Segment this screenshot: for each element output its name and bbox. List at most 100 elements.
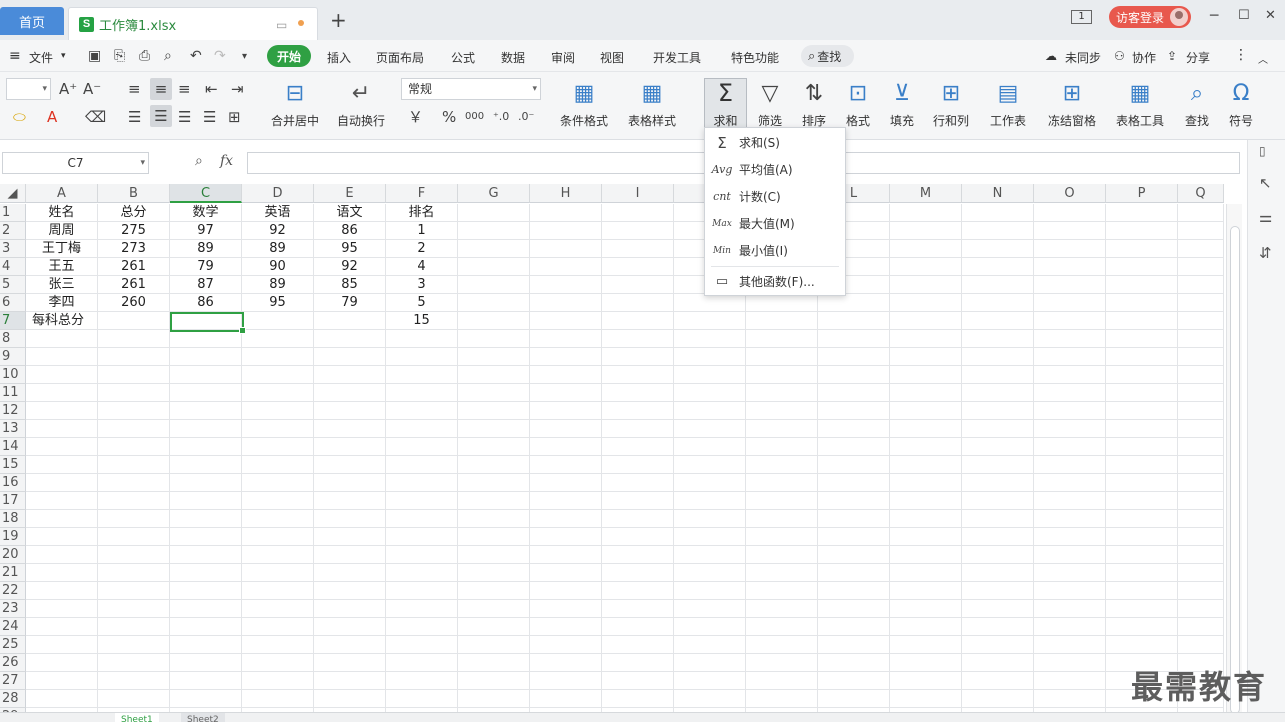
grid-cell[interactable] <box>890 384 962 402</box>
grid-cell[interactable] <box>26 384 98 402</box>
sheet-tab-1[interactable]: Sheet1 <box>115 713 159 722</box>
grid-cell[interactable] <box>242 546 314 564</box>
grid-cell[interactable] <box>170 474 242 492</box>
grid-cell[interactable] <box>170 654 242 672</box>
menu-item-sum[interactable]: Σ 求和(S) <box>705 129 845 156</box>
grid-cell[interactable] <box>170 492 242 510</box>
new-tab-button[interactable]: + <box>330 10 347 30</box>
grid-cell[interactable] <box>1034 672 1106 690</box>
column-header-q[interactable]: Q <box>1178 184 1224 203</box>
grid-cell[interactable] <box>1178 474 1224 492</box>
grid-cell[interactable] <box>458 600 530 618</box>
grid-cell[interactable] <box>746 366 818 384</box>
grid-cell[interactable] <box>674 510 746 528</box>
grid-cell[interactable] <box>26 330 98 348</box>
table-tools-button[interactable]: ▦ 表格工具 <box>1108 78 1172 129</box>
grid-cell[interactable] <box>170 456 242 474</box>
grid-cell[interactable] <box>98 546 170 564</box>
grid-cell[interactable] <box>1034 690 1106 708</box>
grid-cell[interactable] <box>746 654 818 672</box>
grid-cell[interactable] <box>26 654 98 672</box>
grid-cell[interactable] <box>242 600 314 618</box>
grid-cell[interactable] <box>674 528 746 546</box>
grid-cell[interactable] <box>602 402 674 420</box>
grid-cell[interactable] <box>242 366 314 384</box>
grid-cell[interactable]: 89 <box>242 276 314 294</box>
tab-insert[interactable]: 插入 <box>327 49 351 66</box>
grid-cell[interactable] <box>314 672 386 690</box>
table-style-button[interactable]: ▦ 表格样式 <box>621 78 683 129</box>
grid-cell[interactable] <box>602 366 674 384</box>
grid-cell[interactable] <box>242 582 314 600</box>
grid-cell[interactable] <box>962 564 1034 582</box>
grid-cell[interactable]: 5 <box>386 294 458 312</box>
grid-cell[interactable] <box>818 294 890 312</box>
grid-cell[interactable] <box>674 654 746 672</box>
grid-cell[interactable]: 张三 <box>26 276 98 294</box>
grid-cell[interactable] <box>602 294 674 312</box>
grid-cell[interactable] <box>962 294 1034 312</box>
menu-item-min[interactable]: Min 最小值(I) <box>705 237 845 264</box>
grid-cell[interactable] <box>1178 456 1224 474</box>
grid-cell[interactable] <box>98 474 170 492</box>
grid-cell[interactable] <box>746 546 818 564</box>
grid-cell[interactable] <box>890 348 962 366</box>
grid-cell[interactable] <box>170 690 242 708</box>
grid-cell[interactable] <box>602 672 674 690</box>
grid-cell[interactable]: 273 <box>98 240 170 258</box>
grid-cell[interactable] <box>890 402 962 420</box>
grid-cell[interactable] <box>1178 222 1224 240</box>
grid-cell[interactable] <box>458 258 530 276</box>
column-header-e[interactable]: E <box>314 184 386 203</box>
grid-cell[interactable] <box>458 690 530 708</box>
indent-decrease-icon[interactable]: ⇤ <box>205 80 218 98</box>
sort-panel-icon[interactable]: ⇵ <box>1259 244 1272 262</box>
grid-cell[interactable] <box>890 690 962 708</box>
currency-button[interactable]: ￥ <box>408 108 423 126</box>
column-header-f[interactable]: F <box>386 184 458 203</box>
grid-cell[interactable] <box>602 546 674 564</box>
row-header[interactable]: 10 <box>0 366 26 384</box>
grid-cell[interactable] <box>1178 420 1224 438</box>
grid-cell[interactable] <box>530 204 602 222</box>
grid-cell[interactable] <box>26 618 98 636</box>
grid-cell[interactable] <box>242 384 314 402</box>
grid-cell[interactable] <box>890 294 962 312</box>
grid-cell[interactable] <box>746 636 818 654</box>
grid-cell[interactable] <box>314 312 386 330</box>
grid-cell[interactable] <box>1106 492 1178 510</box>
grid-cell[interactable]: 92 <box>242 222 314 240</box>
grid-cell[interactable]: 总分 <box>98 204 170 222</box>
grid-cell[interactable] <box>1106 204 1178 222</box>
grid-cell[interactable] <box>674 330 746 348</box>
grid-cell[interactable] <box>1034 456 1106 474</box>
grid-cell[interactable] <box>818 474 890 492</box>
grid-cell[interactable] <box>962 366 1034 384</box>
grid-cell[interactable] <box>674 672 746 690</box>
grid-cell[interactable] <box>98 438 170 456</box>
grid-cell[interactable] <box>98 330 170 348</box>
grid-cell[interactable] <box>1178 366 1224 384</box>
grid-cell[interactable] <box>1178 276 1224 294</box>
grid-cell[interactable] <box>602 654 674 672</box>
grid-cell[interactable] <box>890 546 962 564</box>
grid-cell[interactable] <box>170 384 242 402</box>
print-preview-icon[interactable]: ⌕ <box>164 48 172 64</box>
grid-cell[interactable] <box>530 618 602 636</box>
grid-cell[interactable] <box>242 474 314 492</box>
grid-cell[interactable] <box>242 510 314 528</box>
grid-cell[interactable] <box>314 654 386 672</box>
grid-cell[interactable] <box>1106 510 1178 528</box>
grid-cell[interactable] <box>386 528 458 546</box>
guest-login-button[interactable]: 访客登录 <box>1109 6 1191 28</box>
grid-cell[interactable] <box>746 600 818 618</box>
grid-cell[interactable] <box>962 420 1034 438</box>
grid-cell[interactable] <box>746 348 818 366</box>
grid-cell[interactable] <box>890 474 962 492</box>
grid-cell[interactable] <box>674 474 746 492</box>
grid-cell[interactable] <box>98 582 170 600</box>
grid-cell[interactable] <box>1106 456 1178 474</box>
grid-cell[interactable] <box>890 456 962 474</box>
decrease-font-icon[interactable]: A⁻ <box>83 80 101 98</box>
monitor-icon[interactable]: ▭ <box>276 18 287 32</box>
